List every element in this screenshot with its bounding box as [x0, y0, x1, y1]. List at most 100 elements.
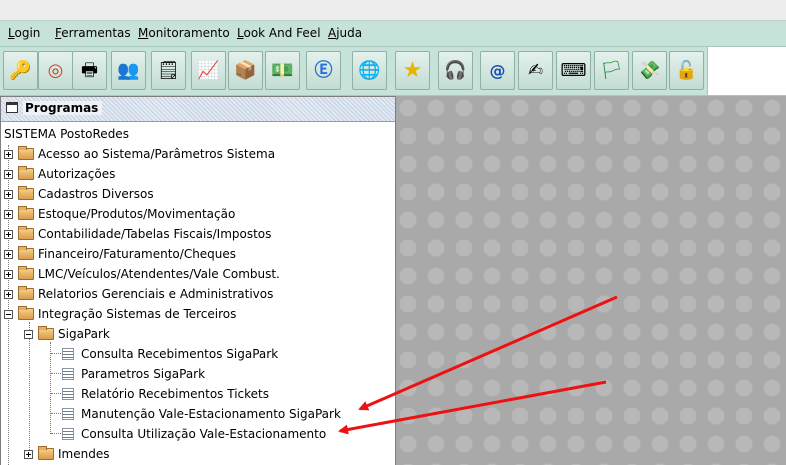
expand-icon[interactable] — [4, 269, 13, 279]
menu-ferramentas[interactable]: Ferramentas — [55, 26, 131, 40]
menu-login[interactable]: Login — [8, 26, 40, 40]
tree-item-manutencao-vale[interactable]: Manutenção Vale-Estacionamento SigaPark — [62, 405, 341, 423]
collapse-icon[interactable] — [24, 329, 33, 339]
tree-item-parametros-sigapark[interactable]: Parametros SigaPark — [62, 365, 205, 383]
toolbar-empty-area — [707, 46, 786, 96]
notepad-icon: 🗒 — [157, 59, 180, 81]
report-button[interactable]: 📈 — [191, 51, 226, 90]
menu-monitoramento[interactable]: Monitoramento — [138, 26, 230, 40]
expand-icon[interactable] — [4, 209, 13, 219]
favorites-button[interactable]: ★ — [395, 51, 430, 90]
folder-icon — [18, 226, 34, 240]
folder-icon — [18, 266, 34, 280]
menu-look-and-feel[interactable]: Look And Feel — [237, 26, 321, 40]
folder-open-icon — [38, 326, 54, 340]
signature-button[interactable]: ✍ — [518, 51, 553, 90]
window-icon — [6, 102, 18, 113]
notepad-button[interactable]: 🗒 — [151, 51, 186, 90]
folder-icon — [38, 446, 54, 460]
lmc-button[interactable]: 🏳 — [594, 51, 629, 90]
users-computer-icon: 👥 — [117, 59, 140, 81]
tree-item-integracao[interactable]: Integração Sistemas de Terceiros — [4, 305, 236, 323]
tree-item-consulta-utilizacao-vale[interactable]: Consulta Utilização Vale-Estacionamento — [62, 425, 326, 443]
print-button[interactable]: 🖶 — [72, 51, 107, 90]
printer-icon: 🖶 — [81, 59, 98, 81]
finance-button[interactable]: 💵 — [265, 51, 300, 90]
money-icon: 💵 — [271, 59, 294, 81]
tree-item-financeiro[interactable]: Financeiro/Faturamento/Cheques — [4, 245, 236, 263]
tree-item-estoque[interactable]: Estoque/Produtos/Movimentação — [4, 205, 235, 223]
chart-check-icon: 📈 — [197, 59, 220, 81]
lock-button[interactable]: 🔓 — [669, 51, 704, 90]
tree-item-relatorio-tickets[interactable]: Relatório Recebimentos Tickets — [62, 385, 269, 403]
folder-icon — [18, 286, 34, 300]
expand-icon[interactable] — [4, 189, 13, 199]
box-icon: 📦 — [234, 59, 257, 81]
tree-guide-h — [51, 373, 61, 374]
tree-root[interactable]: SISTEMA PostoRedes — [4, 127, 129, 141]
tree-item-imendes[interactable]: Imendes — [24, 445, 109, 463]
email-button[interactable]: @ — [480, 51, 515, 90]
toolbar: 🔑 ◎ 🖶 👥 🗒 📈 📦 💵 Ⓔ 🌐 ★ 🎧 @ ✍ ⌨ 🏳 💸 🔓 — [0, 46, 707, 96]
signature-icon: ✍ — [527, 59, 544, 81]
folder-icon — [18, 166, 34, 180]
menu-ajuda[interactable]: Ajuda — [328, 26, 362, 40]
cash-icon: 💸 — [638, 59, 661, 81]
support-headset-icon: 🎧 — [444, 59, 467, 81]
window-titlebar — [0, 0, 786, 20]
users-button[interactable]: 👥 — [111, 51, 146, 90]
padlock-icon: 🔓 — [675, 59, 698, 81]
folder-open-icon — [18, 306, 34, 320]
browser-button[interactable]: 🌐 — [352, 51, 387, 90]
program-icon — [62, 428, 74, 440]
tree-item-sigapark[interactable]: SigaPark — [24, 325, 110, 343]
expand-icon[interactable] — [4, 289, 13, 299]
keys-button[interactable]: 🔑 — [3, 51, 38, 90]
panel-header[interactable]: Programas — [1, 97, 395, 122]
menubar: Login Ferramentas Monitoramento Look And… — [0, 20, 786, 46]
lifebuoy-button[interactable]: ◎ — [38, 51, 73, 90]
programs-panel: Programas SISTEMA PostoRedes Acesso ao S… — [0, 96, 396, 465]
desktop-area — [396, 96, 786, 465]
tree-item-contabilidade[interactable]: Contabilidade/Tabelas Fiscais/Impostos — [4, 225, 271, 243]
keyboard-button[interactable]: ⌨ — [556, 51, 591, 90]
expand-icon[interactable] — [4, 149, 13, 159]
tree-item-consulta-recebimentos[interactable]: Consulta Recebimentos SigaPark — [62, 345, 278, 363]
program-icon — [62, 348, 74, 360]
tree-guide-h — [51, 413, 61, 414]
tree-guide-h — [51, 433, 61, 434]
program-icon — [62, 388, 74, 400]
email-at-icon: @ — [489, 60, 506, 80]
expand-icon[interactable] — [4, 229, 13, 239]
nfe-icon: Ⓔ — [314, 59, 333, 81]
nfe-button[interactable]: Ⓔ — [306, 51, 341, 90]
folder-icon — [18, 246, 34, 260]
support-button[interactable]: 🎧 — [438, 51, 473, 90]
tree-guide-h — [51, 393, 61, 394]
products-button[interactable]: 📦 — [228, 51, 263, 90]
tree-guide-level3 — [50, 342, 51, 434]
program-icon — [62, 368, 74, 380]
cash-button[interactable]: 💸 — [632, 51, 667, 90]
lifebuoy-icon: ◎ — [47, 59, 64, 81]
expand-icon[interactable] — [24, 449, 33, 459]
tree-item-lmc[interactable]: LMC/Veículos/Atendentes/Vale Combust. — [4, 265, 280, 283]
keys-icon: 🔑 — [9, 59, 32, 81]
collapse-icon[interactable] — [4, 309, 13, 319]
keyboard-icon: ⌨ — [560, 59, 587, 81]
star-icon: ★ — [402, 57, 423, 83]
lmc-flag-icon: 🏳 — [600, 59, 623, 81]
tree-item-relatorios[interactable]: Relatorios Gerenciais e Administrativos — [4, 285, 273, 303]
tree-guide-h — [51, 353, 61, 354]
folder-icon — [18, 146, 34, 160]
folder-icon — [18, 186, 34, 200]
tree-item-autorizacoes[interactable]: Autorizações — [4, 165, 115, 183]
folder-icon — [18, 206, 34, 220]
expand-icon[interactable] — [4, 249, 13, 259]
browser-icon: 🌐 — [358, 59, 381, 81]
tree-item-acesso-sistema[interactable]: Acesso ao Sistema/Parâmetros Sistema — [4, 145, 275, 163]
panel-title: Programas — [23, 101, 103, 115]
program-icon — [62, 408, 74, 420]
tree-item-cadastros[interactable]: Cadastros Diversos — [4, 185, 154, 203]
expand-icon[interactable] — [4, 169, 13, 179]
